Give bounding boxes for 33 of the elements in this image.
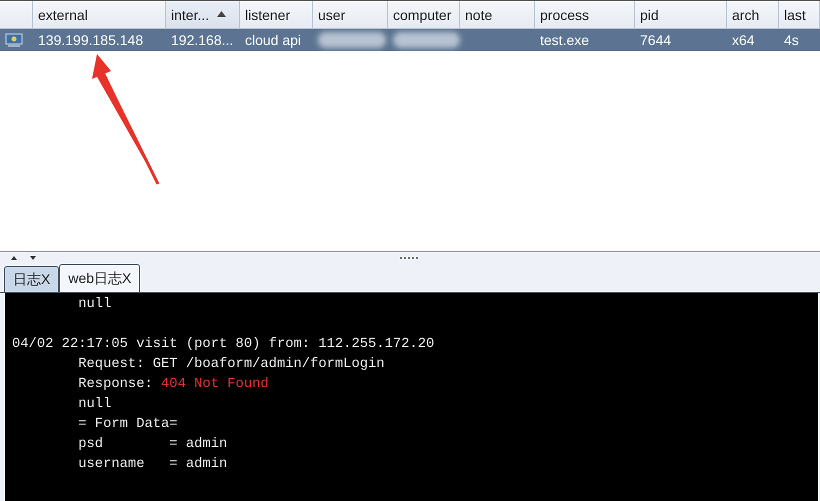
log-text: 04/02 22:17:05 visit (port 80) from: 112.255.172.20	[12, 337, 434, 352]
table-cell: 192.168...	[171, 32, 234, 48]
table-cell: 139.199.185.148	[38, 32, 144, 48]
collapse-arrows-icon[interactable]	[10, 255, 36, 261]
column-header[interactable]: process	[535, 1, 635, 28]
table-cell: 4s	[784, 32, 799, 48]
log-text: = Form Data=	[77, 417, 178, 432]
computer-icon	[5, 33, 23, 47]
log-text: username = admin	[77, 457, 228, 472]
redacted-mark	[393, 32, 460, 48]
log-text: Response:	[77, 377, 154, 392]
log-text: Request: GET /boaform/admin/formLogin	[77, 357, 385, 372]
log-text: psd = admin	[77, 437, 228, 452]
table-cell: test.exe	[540, 32, 590, 48]
table-cell: cloud api	[245, 32, 302, 48]
table-row[interactable]: 139.199.185.148 192.168... cloud api test.exe 7644 x64 4s	[0, 29, 820, 51]
redacted-mark	[318, 32, 386, 48]
tab[interactable]: 日志X	[4, 266, 60, 292]
column-header[interactable]: pid	[635, 1, 727, 28]
log-text: null	[77, 397, 112, 412]
table-cell: x64	[732, 32, 755, 48]
column-header[interactable]: computer	[388, 1, 460, 28]
split-grip-icon[interactable]	[400, 256, 418, 260]
column-header[interactable]: listener	[240, 1, 313, 28]
column-header[interactable]: arch	[727, 1, 779, 28]
column-header[interactable]: note	[460, 1, 535, 28]
tab[interactable]: web日志X	[59, 264, 140, 292]
log-text: null	[77, 297, 112, 312]
column-header[interactable]: user	[313, 1, 388, 28]
column-header[interactable]: inter...	[166, 1, 240, 28]
error-text: 404 Not Found	[161, 377, 269, 392]
column-header[interactable]: last	[779, 1, 820, 28]
table-cell: 7644	[640, 32, 672, 48]
